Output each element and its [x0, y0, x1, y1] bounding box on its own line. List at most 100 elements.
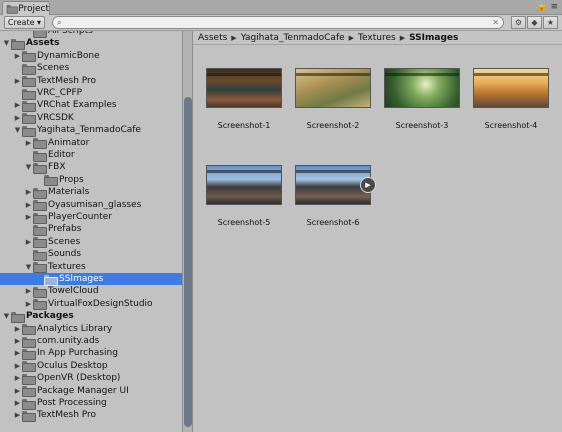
collapsed-arrow-icon[interactable]: ▶ [13, 411, 22, 419]
tab-project[interactable]: Project [2, 1, 50, 15]
collapsed-arrow-icon[interactable]: ▶ [24, 300, 33, 308]
collapsed-arrow-icon[interactable]: ▶ [13, 114, 22, 122]
tree-item[interactable]: ▶ VirtualFoxDesignStudio [0, 298, 182, 311]
collapsed-arrow-icon[interactable]: ▶ [13, 362, 22, 370]
tree-item[interactable]: ▶ Materials [0, 186, 182, 199]
search-by-type-icon[interactable]: ⚙ [511, 16, 526, 29]
collapsed-arrow-icon[interactable]: ▶ [13, 399, 22, 407]
expanded-arrow-icon[interactable]: ▼ [24, 163, 33, 171]
asset-thumbnail[interactable]: ▶ [295, 165, 376, 205]
tree-item[interactable]: ▶ Analytics Library [0, 323, 182, 336]
tree-item[interactable]: ▶ VRChat Examples [0, 99, 182, 112]
tree-scrollbar[interactable] [182, 31, 193, 432]
collapsed-arrow-icon[interactable]: ▶ [24, 287, 33, 295]
tree-item-label: All Scripts [48, 31, 93, 36]
collapsed-arrow-icon[interactable]: ▶ [13, 101, 22, 109]
tree-item[interactable]: ▶ VRCSDK [0, 112, 182, 125]
search-by-label-icon[interactable]: ◆ [527, 16, 542, 29]
collapsed-arrow-icon[interactable]: ▶ [24, 238, 33, 246]
lock-icon[interactable]: 🔒 [536, 2, 547, 12]
collapsed-arrow-icon[interactable]: ▶ [24, 213, 33, 221]
asset-tile[interactable]: Screenshot-1 [205, 68, 283, 130]
tree-item[interactable]: SSImages [0, 273, 182, 286]
asset-thumbnail[interactable] [384, 68, 460, 108]
breadcrumb-separator-icon: ▶ [399, 33, 406, 42]
collapsed-arrow-icon[interactable]: ▶ [13, 387, 22, 395]
search-input[interactable]: ⌕ ✕ [52, 16, 504, 29]
folder-icon [33, 299, 47, 311]
breadcrumb: Assets ▶ Yagihata_TenmadoCafe ▶ Textures ▶ SSI… [193, 31, 562, 45]
asset-label: Screenshot-2 [306, 121, 360, 130]
create-label: Create ▾ [7, 18, 42, 27]
tree-item[interactable]: ▶ OpenVR (Desktop) [0, 372, 182, 385]
tree-item[interactable]: Scenes [0, 62, 182, 75]
toolbar: Create ▾ ⌕ ✕ ⚙ ◆ ★ [0, 15, 562, 31]
tree-item-label: FBX [48, 162, 66, 173]
collapsed-arrow-icon[interactable]: ▶ [24, 139, 33, 147]
asset-thumbnail[interactable] [295, 68, 371, 108]
asset-tile[interactable]: Screenshot-5 [205, 165, 283, 227]
tree-item[interactable]: ▶ DynamicBone [0, 50, 182, 63]
tree-item[interactable]: ▶ com.unity.ads [0, 335, 182, 348]
folder-icon [44, 175, 58, 187]
asset-thumbnail[interactable] [206, 68, 282, 108]
tree-item[interactable]: Props [0, 174, 182, 187]
asset-thumbnail[interactable] [206, 165, 282, 205]
tree-item[interactable]: ▶ TowelCloud [0, 285, 182, 298]
asset-tile[interactable]: Screenshot-4 [472, 68, 550, 130]
asset-tile[interactable]: ▶ Screenshot-6 [294, 165, 376, 227]
folder-icon [22, 373, 36, 385]
folder-icon [11, 38, 25, 50]
tree-item[interactable]: ▶ Package Manager UI [0, 385, 182, 398]
tree-item[interactable]: ▼ Textures [0, 261, 182, 274]
tree-item[interactable]: Prefabs [0, 223, 182, 236]
thumbnail-detail [296, 73, 370, 76]
collapsed-arrow-icon[interactable]: ▶ [13, 337, 22, 345]
tree-item-label: TextMesh Pro [37, 75, 97, 86]
tree-item[interactable]: ▶ Oyasumisan_glasses [0, 199, 182, 212]
tree-item[interactable]: ▶ Post Processing [0, 397, 182, 410]
breadcrumb-item[interactable]: Yagihata_TenmadoCafe [241, 33, 345, 43]
tree-item[interactable]: ▶ TextMesh Pro [0, 75, 182, 88]
tree-item[interactable]: ▼ FBX [0, 161, 182, 174]
collapsed-arrow-icon[interactable]: ▶ [24, 188, 33, 196]
asset-tile[interactable]: Screenshot-2 [294, 68, 372, 130]
tree-item[interactable]: ▶ PlayerCounter [0, 211, 182, 224]
tree-item[interactable]: ▶ Oculus Desktop [0, 360, 182, 373]
asset-thumbnail[interactable] [473, 68, 549, 108]
collapsed-arrow-icon[interactable]: ▶ [13, 374, 22, 382]
breadcrumb-item[interactable]: Textures [358, 33, 396, 43]
collapsed-arrow-icon[interactable]: ▶ [13, 77, 22, 85]
tree-item-label: Post Processing [37, 398, 107, 408]
tree-item[interactable]: ▼ Yagihata_TenmadoCafe [0, 124, 182, 137]
breadcrumb-item[interactable]: Assets [198, 33, 227, 43]
collapsed-arrow-icon[interactable]: ▶ [24, 201, 33, 209]
scrollbar-thumb[interactable] [184, 97, 192, 427]
tree-item[interactable]: ▶ Scenes [0, 236, 182, 249]
breadcrumb-item[interactable]: SSImages [409, 33, 458, 43]
expanded-arrow-icon[interactable]: ▼ [24, 263, 33, 271]
collapsed-arrow-icon[interactable]: ▶ [13, 349, 22, 357]
expanded-arrow-icon[interactable]: ▼ [2, 39, 11, 47]
expanded-arrow-icon[interactable]: ▼ [13, 126, 22, 134]
asset-tile[interactable]: Screenshot-3 [383, 68, 461, 130]
collapsed-arrow-icon[interactable]: ▶ [13, 52, 22, 60]
tree-item[interactable]: All Scripts [0, 31, 182, 38]
tree-item[interactable]: ▶ TextMesh Pro [0, 409, 182, 422]
collapsed-arrow-icon[interactable]: ▶ [13, 325, 22, 333]
tree-item[interactable]: ▼ Packages [0, 310, 182, 323]
expanded-arrow-icon[interactable]: ▼ [2, 312, 11, 320]
create-button[interactable]: Create ▾ [4, 16, 45, 29]
tree-item-label: Yagihata_TenmadoCafe [37, 125, 141, 136]
tree-item[interactable]: VRC_CPFP [0, 87, 182, 100]
tree-item[interactable]: ▼ Assets [0, 37, 182, 50]
favorites-star-icon[interactable]: ★ [543, 16, 558, 29]
search-clear-icon[interactable]: ✕ [492, 18, 499, 27]
tree-item[interactable]: Sounds [0, 248, 182, 261]
menu-icon[interactable]: ≡ [550, 2, 558, 12]
tree-item[interactable]: ▶ Animator [0, 137, 182, 150]
tree-item[interactable]: Editor [0, 149, 182, 162]
tree-item[interactable]: ▶ In App Purchasing [0, 347, 182, 360]
play-icon[interactable]: ▶ [360, 177, 376, 193]
asset-label: Screenshot-6 [306, 218, 360, 227]
